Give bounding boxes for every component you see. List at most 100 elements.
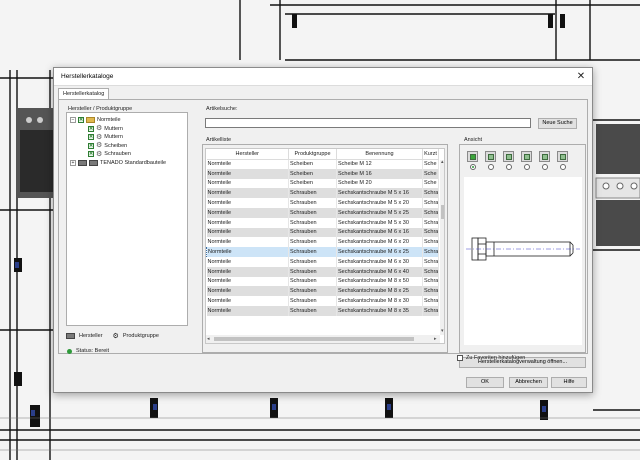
checkbox-checked-icon[interactable]: ✕: [88, 125, 94, 132]
table-row[interactable]: Normteile Schrauben Sechskantschraube M 8 …: [206, 286, 439, 297]
preview-panel: [459, 144, 586, 353]
table-cell: Schrauben: [288, 188, 337, 199]
tree-item-muttern[interactable]: ✕ ⚙ Muttern: [88, 125, 123, 133]
table-cell: Schra: [422, 198, 439, 208]
view-radio[interactable]: [560, 164, 566, 170]
tree-legend: Hersteller ⚙ Produktgruppe: [66, 330, 190, 342]
favorites-checkbox[interactable]: [457, 355, 463, 361]
table-row[interactable]: Normteile Scheiben Scheibe M 12 Sche: [206, 159, 439, 169]
help-button[interactable]: Hilfe: [551, 377, 587, 388]
table-cell: Normteile: [206, 286, 289, 297]
table-cell: Sechskantschraube M 6 x 25: [336, 247, 423, 257]
view-radio[interactable]: [488, 164, 494, 170]
column-header[interactable]: Benennung: [336, 149, 423, 160]
table-row[interactable]: Normteile Schrauben Sechskantschraube M 8 …: [206, 305, 439, 316]
front-view-icon[interactable]: [485, 151, 496, 162]
scroll-thumb[interactable]: [214, 337, 414, 341]
manufacturer-tree[interactable]: − ✕ Normteile ✕ ⚙ Muttern ✕ ⚙ Muttern ✕ …: [66, 112, 188, 326]
table-cell: Normteile: [206, 256, 289, 267]
tree-item-tenado[interactable]: + TENADO Standardbauteile: [70, 159, 166, 167]
table-cell: Schrauben: [288, 207, 337, 218]
tree-item-label: Normteile: [97, 117, 121, 123]
scroll-down-icon[interactable]: ▾: [441, 328, 444, 334]
gear-icon: ⚙: [112, 333, 119, 340]
table-cell: Schra: [422, 286, 439, 297]
table-row[interactable]: Normteile Scheiben Scheibe M 20 Sche: [206, 178, 439, 189]
tree-item-normteile[interactable]: − ✕ Normteile: [70, 116, 121, 124]
table-cell: Sechskantschraube M 8 x 25: [336, 286, 423, 297]
checkbox-checked-icon[interactable]: ✕: [88, 142, 94, 149]
table-row[interactable]: Normteile Schrauben Sechskantschraube M 8 …: [206, 276, 439, 287]
scroll-up-icon[interactable]: ▴: [441, 159, 444, 165]
table-cell: Schra: [422, 247, 439, 257]
table-cell: Normteile: [206, 178, 289, 189]
table-cell: Schrauben: [288, 198, 337, 208]
tab-content: Hersteller / Produktgruppe − ✕ Normteile…: [58, 99, 588, 368]
ok-button[interactable]: OK: [466, 377, 504, 388]
scroll-thumb[interactable]: [441, 205, 444, 219]
favorites-label: Zu Favoriten hinzufügen: [466, 355, 526, 361]
back-view-icon[interactable]: [503, 151, 514, 162]
tree-item-muttern-2[interactable]: ✕ ⚙ Muttern: [88, 133, 123, 141]
scroll-right-icon[interactable]: ▸: [434, 336, 437, 342]
horizontal-scrollbar[interactable]: ◂ ▸: [206, 335, 440, 343]
table-row[interactable]: Normteile Schrauben Sechskantschraube M 6 …: [206, 256, 439, 267]
expand-icon[interactable]: +: [70, 159, 76, 166]
vertical-scrollbar[interactable]: ▴ ▾: [440, 159, 444, 335]
view-radio[interactable]: [542, 164, 548, 170]
gear-icon: ⚙: [96, 125, 103, 132]
view-radio-group: [470, 164, 566, 170]
table-row[interactable]: Normteile Schrauben Sechskantschraube M 6 …: [206, 227, 439, 238]
new-search-button[interactable]: Neue Suche: [538, 117, 577, 129]
table-cell: Normteile: [206, 237, 289, 248]
close-icon[interactable]: ✕: [574, 70, 588, 83]
checkbox-checked-icon[interactable]: ✕: [88, 151, 94, 157]
table-cell: Sche: [422, 178, 439, 189]
checkbox-checked-icon[interactable]: ✕: [88, 134, 94, 140]
table-row[interactable]: Normteile Scheiben Scheibe M 16 Sche: [206, 168, 439, 179]
checkbox-checked-icon[interactable]: ✕: [78, 117, 84, 123]
cancel-button[interactable]: Abbrechen: [509, 377, 548, 388]
top-view-icon[interactable]: [557, 151, 568, 162]
table-row[interactable]: Normteile Schrauben Sechskantschraube M 5 …: [206, 217, 439, 228]
favorites-row[interactable]: Zu Favoriten hinzufügen: [457, 355, 525, 361]
view-radio[interactable]: [470, 164, 476, 170]
table-cell: Schrauben: [288, 266, 337, 277]
view-radio[interactable]: [524, 164, 530, 170]
left-view-icon[interactable]: [521, 151, 532, 162]
search-input[interactable]: [205, 118, 531, 128]
table-cell: Normteile: [206, 227, 289, 238]
tree-item-schrauben[interactable]: ✕ ⚙ Schrauben: [88, 150, 131, 158]
table-cell: Schra: [422, 256, 439, 267]
table-row[interactable]: Normteile Schrauben Sechskantschraube M 6 …: [206, 266, 439, 277]
table-cell: Schrauben: [288, 247, 337, 257]
hex-bolt-drawing: [466, 237, 580, 261]
table-row[interactable]: Normteile Schrauben Sechskantschraube M 6 …: [206, 247, 439, 257]
table-cell: Schrauben: [288, 256, 337, 267]
search-label: Artikelsuche:: [205, 106, 239, 112]
table-row[interactable]: Normteile Schrauben Sechskantschraube M 6 …: [206, 237, 439, 248]
scroll-left-icon[interactable]: ◂: [207, 336, 210, 342]
view-radio[interactable]: [506, 164, 512, 170]
right-view-icon[interactable]: [539, 151, 550, 162]
product-group-legend-label: Produktgruppe: [122, 333, 159, 339]
collapse-icon[interactable]: −: [70, 117, 76, 123]
tree-item-scheiben[interactable]: ✕ ⚙ Scheiben: [88, 142, 127, 150]
table-cell: Sechskantschraube M 5 x 20: [336, 198, 423, 208]
column-header[interactable]: Hersteller: [206, 149, 289, 160]
iso-view-icon[interactable]: [467, 151, 478, 162]
tree-item-label: Schrauben: [104, 151, 131, 157]
table-cell: Sechskantschraube M 5 x 16: [336, 188, 423, 199]
title-bar[interactable]: Herstellerkataloge ✕: [54, 68, 592, 86]
table-cell: Scheibe M 16: [336, 168, 423, 179]
article-table[interactable]: Hersteller Produktgruppe Benennung Kurzt…: [205, 148, 445, 344]
table-row[interactable]: Normteile Schrauben Sechskantschraube M 5 …: [206, 188, 439, 199]
table-row[interactable]: Normteile Schrauben Sechskantschraube M 5 …: [206, 207, 439, 218]
table-row[interactable]: Normteile Schrauben Sechskantschraube M 5 …: [206, 198, 439, 208]
table-cell: Sechskantschraube M 6 x 20: [336, 237, 423, 248]
column-header[interactable]: Kurzt: [422, 149, 439, 160]
table-row[interactable]: Normteile Schrauben Sechskantschraube M 8 …: [206, 296, 439, 306]
column-header[interactable]: Produktgruppe: [288, 149, 337, 160]
table-cell: Sechskantschraube M 8 x 30: [336, 296, 423, 306]
table-cell: Normteile: [206, 217, 289, 228]
